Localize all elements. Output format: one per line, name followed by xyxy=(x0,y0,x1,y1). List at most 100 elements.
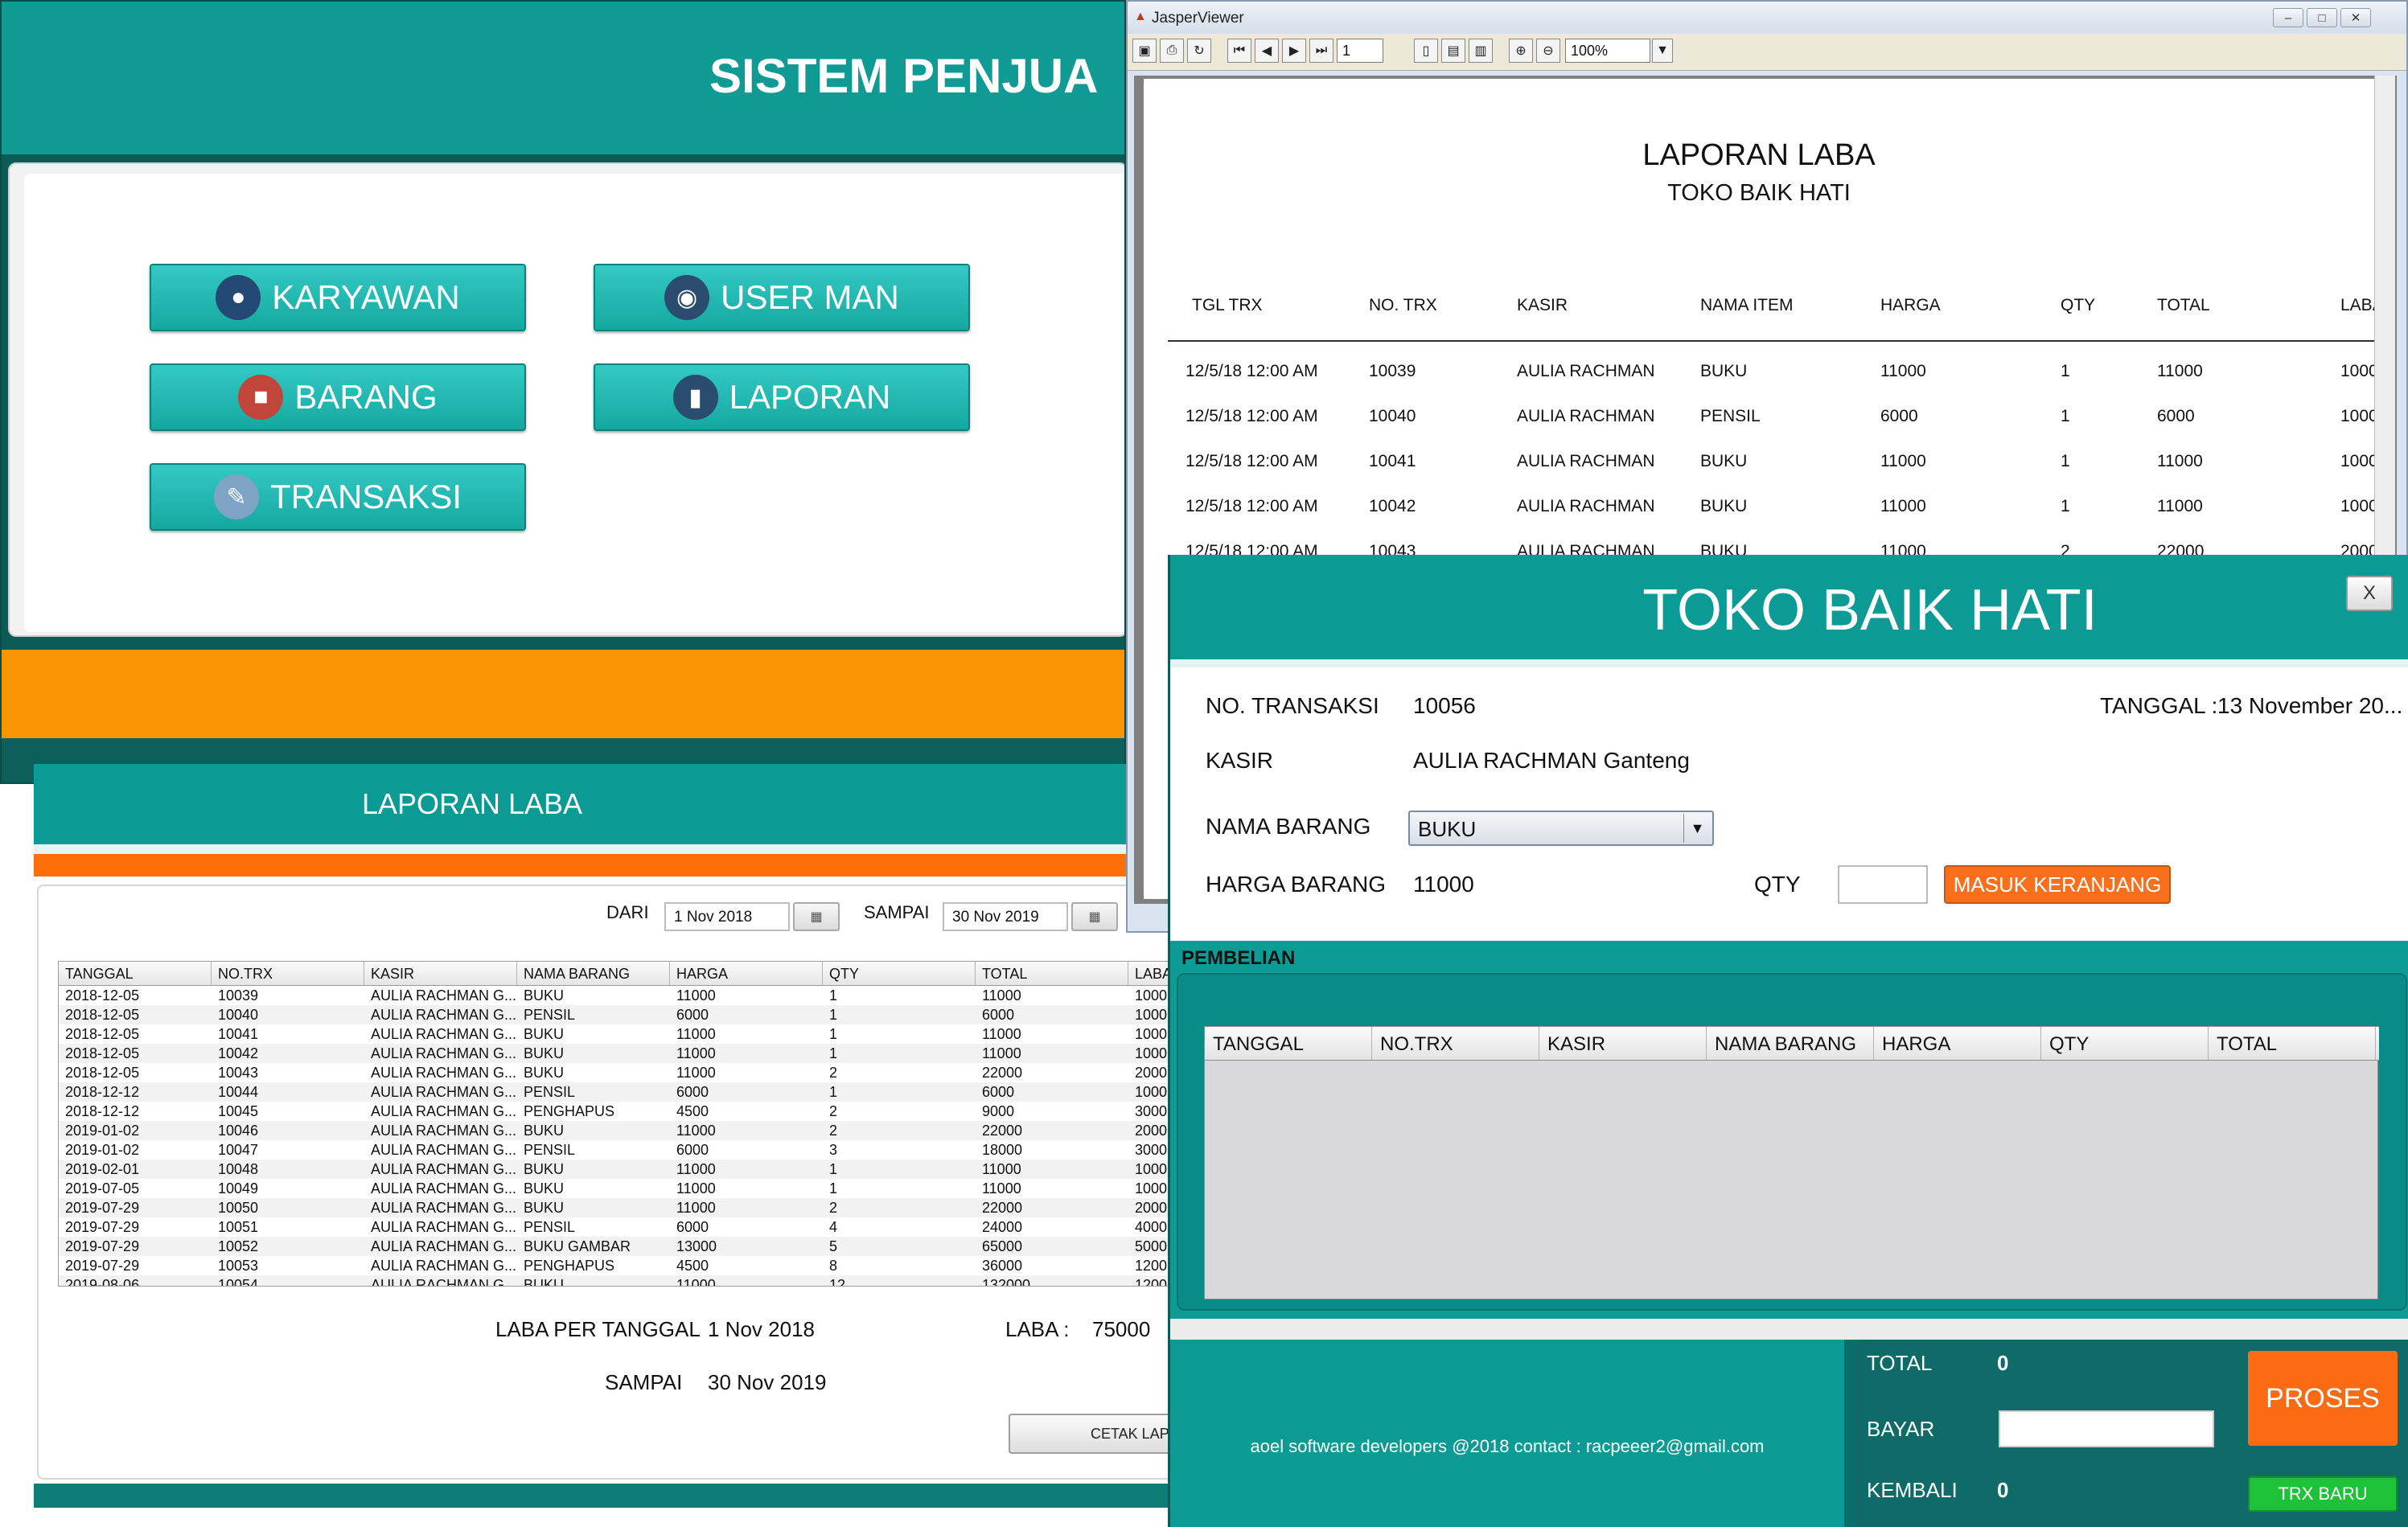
pembelian-column-header[interactable]: NO.TRX xyxy=(1372,1027,1539,1060)
first-page-button[interactable]: ⏮ xyxy=(1227,39,1251,63)
karyawan-button[interactable]: ● KARYAWAN xyxy=(150,264,526,331)
no-transaksi-label: NO. TRANSAKSI xyxy=(1206,693,1379,718)
previous-page-button[interactable]: ◀ xyxy=(1255,39,1279,63)
last-page-button[interactable]: ⏭ xyxy=(1309,39,1333,63)
close-window-button[interactable]: ✕ xyxy=(2340,8,2371,27)
laporan-table[interactable]: TANGGAL NO.TRX KASIR NAMA BARANG HARGA QTY TOT… xyxy=(58,961,1176,1287)
table-row[interactable]: 2018-12-12 10045 AULIA RACHMAN G... PENGHAP… xyxy=(59,1102,1175,1121)
cetak-laporan-button[interactable]: CETAK LAP xyxy=(1009,1414,1176,1454)
laporan-label: LAPORAN xyxy=(729,378,891,416)
laporan-title: LAPORAN LABA xyxy=(361,787,583,820)
bayar-input[interactable] xyxy=(1999,1410,2214,1447)
pembelian-column-header[interactable]: NAMA BARANG xyxy=(1707,1027,1874,1060)
pembelian-column-header[interactable]: KASIR xyxy=(1539,1027,1707,1060)
reload-button[interactable]: ↻ xyxy=(1187,39,1211,63)
pembelian-column-header[interactable]: QTY xyxy=(2041,1027,2209,1060)
sampai-calendar-button[interactable]: ▦ xyxy=(1071,902,1118,931)
last-page-icon: ⏭ xyxy=(1315,43,1328,57)
barang-button[interactable]: ■ BARANG xyxy=(150,363,526,431)
chevron-down-icon: ▼ xyxy=(1683,814,1711,843)
actual-size-button[interactable]: ▯ xyxy=(1414,39,1438,63)
maximize-button[interactable]: □ xyxy=(2307,8,2337,27)
report-cell: 12/5/18 12:00 AM xyxy=(1186,452,1318,470)
trx-baru-button[interactable]: TRX BARU xyxy=(2248,1476,2398,1512)
zoom-dropdown-button[interactable]: ▼ xyxy=(1652,39,1673,63)
zoom-select[interactable]: 100% xyxy=(1565,39,1650,63)
table-cell: 10047 xyxy=(218,1142,259,1158)
laporan-column-header[interactable]: QTY xyxy=(823,962,976,985)
pembelian-column-header[interactable]: HARGA xyxy=(1874,1027,2041,1060)
pembelian-column-header[interactable]: TANGGAL xyxy=(1205,1027,1372,1060)
table-cell: 1 xyxy=(829,987,838,1004)
maximize-icon: □ xyxy=(2318,10,2326,25)
laporan-column-header[interactable]: TOTAL xyxy=(976,962,1128,985)
table-cell: PENGHAPUS xyxy=(524,1258,615,1274)
qty-input[interactable] xyxy=(1838,865,1928,904)
table-row[interactable]: 2019-07-29 10050 AULIA RACHMAN G... BUKU 110… xyxy=(59,1198,1175,1217)
report-cell: 10042 xyxy=(1369,497,1416,515)
previous-icon: ◀ xyxy=(1261,44,1272,58)
report-cell: AULIA RACHMAN xyxy=(1517,362,1655,380)
transaksi-window: TOKO BAIK HATI X NO. TRANSAKSI 10056 TAN… xyxy=(1168,555,2408,1527)
zoom-out-button[interactable]: ⊖ xyxy=(1536,39,1560,63)
report-cell: 1 xyxy=(2061,407,2070,425)
next-page-button[interactable]: ▶ xyxy=(1282,39,1306,63)
proses-button[interactable]: PROSES xyxy=(2248,1351,2398,1446)
sampai-date-field[interactable]: 30 Nov 2019 xyxy=(943,902,1068,931)
table-row[interactable]: 2018-12-05 10039 AULIA RACHMAN G... BUKU 110… xyxy=(59,986,1175,1005)
table-row[interactable]: 2018-12-05 10043 AULIA RACHMAN G... BUKU 110… xyxy=(59,1063,1175,1082)
table-row[interactable]: 2018-12-05 10042 AULIA RACHMAN G... BUKU 110… xyxy=(59,1044,1175,1063)
laporan-column-header[interactable]: TANGGAL xyxy=(59,962,212,985)
minimize-button[interactable]: – xyxy=(2273,8,2303,27)
fit-page-button[interactable]: ▤ xyxy=(1441,39,1465,63)
nama-barang-select[interactable]: BUKU ▼ xyxy=(1408,811,1714,846)
report-cell: 11000 xyxy=(2157,362,2203,380)
table-row[interactable]: 2019-07-29 10053 AULIA RACHMAN G... PENGHAP… xyxy=(59,1256,1175,1275)
page-number-field[interactable]: 1 xyxy=(1337,39,1383,63)
table-row[interactable]: 2019-08-06 10054 AULIA RACHMAN G... BUKU 110… xyxy=(59,1275,1175,1287)
fit-page-icon: ▤ xyxy=(1447,44,1460,58)
table-row[interactable]: 2019-01-02 10046 AULIA RACHMAN G... BUKU 110… xyxy=(59,1121,1175,1140)
user-man-button[interactable]: ◉ USER MAN xyxy=(594,264,970,331)
table-cell: AULIA RACHMAN G... xyxy=(371,1180,517,1197)
table-cell: 4500 xyxy=(676,1103,709,1119)
pembelian-table[interactable]: TANGGAL NO.TRX KASIR NAMA BARANG HARGA QTY TOT… xyxy=(1204,1026,2379,1299)
table-row[interactable]: 2018-12-12 10044 AULIA RACHMAN G... PENSIL 6… xyxy=(59,1082,1175,1102)
table-row[interactable]: 2019-01-02 10047 AULIA RACHMAN G... PENSIL 6… xyxy=(59,1140,1175,1160)
table-cell: 36000 xyxy=(982,1258,1023,1274)
nama-barang-label: NAMA BARANG xyxy=(1206,814,1371,839)
report-cell: 11000 xyxy=(2157,452,2203,470)
table-cell: 22000 xyxy=(982,1123,1023,1139)
table-cell: 132000 xyxy=(982,1277,1031,1287)
save-button[interactable]: ▣ xyxy=(1132,39,1157,63)
laporan-column-header[interactable]: HARGA xyxy=(670,962,823,985)
table-row[interactable]: 2019-07-05 10049 AULIA RACHMAN G... BUKU 110… xyxy=(59,1179,1175,1198)
masuk-keranjang-button[interactable]: MASUK KERANJANG xyxy=(1944,865,2171,904)
report-cell: 12/5/18 12:00 AM xyxy=(1186,497,1318,515)
table-row[interactable]: 2018-12-05 10041 AULIA RACHMAN G... BUKU 110… xyxy=(59,1024,1175,1044)
dari-calendar-button[interactable]: ▦ xyxy=(793,902,840,931)
fit-width-button[interactable]: ▥ xyxy=(1469,39,1493,63)
report-cell: 1 xyxy=(2061,497,2070,515)
print-button[interactable]: ⎙ xyxy=(1160,39,1184,63)
pembelian-column-header[interactable]: TOTAL xyxy=(2209,1027,2376,1060)
reload-icon: ↻ xyxy=(1194,44,1205,58)
table-cell: 10046 xyxy=(218,1123,259,1139)
table-row[interactable]: 2019-07-29 10051 AULIA RACHMAN G... PENSIL 6… xyxy=(59,1217,1175,1237)
transaksi-button[interactable]: ✎ TRANSAKSI xyxy=(150,463,526,531)
table-cell: AULIA RACHMAN G... xyxy=(371,1142,517,1158)
table-cell: 2018-12-12 xyxy=(65,1103,140,1119)
table-row[interactable]: 2018-12-05 10040 AULIA RACHMAN G... PENSIL 6… xyxy=(59,1005,1175,1024)
laporan-divider xyxy=(34,844,1176,854)
table-cell: 10050 xyxy=(218,1200,259,1216)
table-row[interactable]: 2019-02-01 10048 AULIA RACHMAN G... BUKU 110… xyxy=(59,1160,1175,1179)
laporan-column-header[interactable]: KASIR xyxy=(364,962,517,985)
zoom-in-button[interactable]: ⊕ xyxy=(1509,39,1533,63)
dari-date-field[interactable]: 1 Nov 2018 xyxy=(664,902,790,931)
close-button[interactable]: X xyxy=(2346,576,2393,611)
laporan-button[interactable]: ▮ LAPORAN xyxy=(594,363,970,431)
table-row[interactable]: 2019-07-29 10052 AULIA RACHMAN G... BUKU GA… xyxy=(59,1237,1175,1256)
laporan-column-header[interactable]: NO.TRX xyxy=(212,962,364,985)
laporan-column-header[interactable]: NAMA BARANG xyxy=(517,962,670,985)
table-cell: 2018-12-05 xyxy=(65,1065,140,1081)
